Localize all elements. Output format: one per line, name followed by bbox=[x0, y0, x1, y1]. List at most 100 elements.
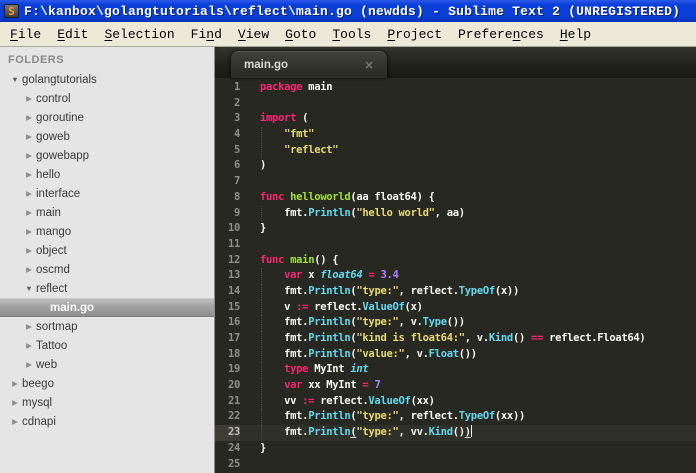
sidebar-item-label: main.go bbox=[50, 301, 95, 314]
code-line-7[interactable]: 7 bbox=[215, 174, 696, 190]
code-line-2[interactable]: 2 bbox=[215, 96, 696, 112]
folder-expand-icon[interactable]: ▶ bbox=[22, 322, 36, 331]
code-line-25[interactable]: 25 bbox=[215, 457, 696, 473]
sidebar-item-label: control bbox=[36, 92, 71, 105]
folder-expand-icon[interactable]: ▶ bbox=[22, 113, 36, 122]
line-number: 6 bbox=[233, 159, 240, 172]
folder-expand-icon[interactable]: ▶ bbox=[22, 265, 36, 274]
tab-close-icon[interactable]: × bbox=[364, 58, 374, 72]
code-line-15[interactable]: 15 v := reflect.ValueOf(x) bbox=[215, 299, 696, 316]
code-line-17[interactable]: 17 fmt.Println("kind is float64:", v.Kin… bbox=[215, 331, 696, 347]
code-text: vv := reflect.ValueOf(xx) bbox=[260, 393, 435, 410]
menu-edit[interactable]: Edit bbox=[49, 25, 96, 44]
code-line-11[interactable]: 11 bbox=[215, 237, 696, 253]
code-line-10[interactable]: 10} bbox=[215, 221, 696, 237]
sidebar-item-mysql[interactable]: ▶ mysql bbox=[0, 393, 214, 412]
sidebar-item-cdnapi[interactable]: ▶ cdnapi bbox=[0, 412, 214, 431]
indent-guide-line bbox=[261, 378, 262, 394]
code-line-16[interactable]: 16 fmt.Println("type:", v.Type()) bbox=[215, 315, 696, 331]
code-line-24[interactable]: 24} bbox=[215, 441, 696, 457]
code-text: fmt.Println("hello world", aa) bbox=[260, 205, 465, 222]
code-line-9[interactable]: 9 fmt.Println("hello world", aa) bbox=[215, 205, 696, 222]
folder-collapse-icon[interactable]: ▼ bbox=[8, 75, 22, 84]
sidebar-item-mango[interactable]: ▶ mango bbox=[0, 222, 214, 241]
code-line-12[interactable]: 12 func main() { bbox=[215, 253, 696, 269]
code-line-19[interactable]: 19 type MyInt int bbox=[215, 362, 696, 379]
line-number: 23 bbox=[215, 425, 240, 441]
folder-expand-icon[interactable]: ▶ bbox=[22, 94, 36, 103]
code-line-6[interactable]: 6) bbox=[215, 158, 696, 174]
code-area[interactable]: 1 package main 2 3 import (4 "fmt" 5 "reflect… bbox=[215, 78, 696, 473]
indent-guide-line bbox=[261, 315, 262, 331]
title-bar[interactable]: S F:\kanbox\golangtutorials\reflect\main… bbox=[0, 0, 696, 22]
code-text: func main() { bbox=[260, 253, 339, 266]
menu-tools[interactable]: Tools bbox=[324, 25, 379, 44]
folder-expand-icon[interactable]: ▶ bbox=[22, 170, 36, 179]
sidebar-item-interface[interactable]: ▶ interface bbox=[0, 184, 214, 203]
sidebar-item-oscmd[interactable]: ▶ oscmd bbox=[0, 260, 214, 279]
folder-expand-icon[interactable]: ▶ bbox=[8, 398, 22, 407]
menu-find[interactable]: Find bbox=[183, 25, 230, 44]
indent-guide-line bbox=[261, 409, 262, 426]
sidebar-item-object[interactable]: ▶ object bbox=[0, 241, 214, 260]
code-line-22[interactable]: 22 fmt.Println("type:", reflect.TypeOf(x… bbox=[215, 409, 696, 426]
code-text: package main bbox=[260, 81, 333, 93]
tab-main-go[interactable]: main.go × bbox=[231, 51, 387, 78]
sidebar-item-beego[interactable]: ▶ beego bbox=[0, 374, 214, 393]
folder-expand-icon[interactable]: ▶ bbox=[22, 189, 36, 198]
sidebar-item-goroutine[interactable]: ▶ goroutine bbox=[0, 108, 214, 127]
folder-expand-icon[interactable]: ▶ bbox=[22, 208, 36, 217]
code-line-1[interactable]: 1 package main bbox=[215, 80, 696, 96]
code-line-13[interactable]: 13 var x float64 = 3.4 bbox=[215, 268, 696, 284]
sublime-window: S F:\kanbox\golangtutorials\reflect\main… bbox=[0, 0, 696, 473]
sidebar-item-golangtutorials[interactable]: ▼ golangtutorials bbox=[0, 70, 214, 89]
line-number: 1 bbox=[233, 81, 240, 93]
sidebar-item-main[interactable]: ▶ main bbox=[0, 203, 214, 222]
sidebar-item-label: goroutine bbox=[36, 111, 84, 124]
sidebar-item-gowebapp[interactable]: ▶ gowebapp bbox=[0, 146, 214, 165]
menu-goto[interactable]: Goto bbox=[277, 25, 324, 44]
menu-bar: File Edit Selection Find View Goto Tools Projec… bbox=[0, 22, 696, 47]
sidebar-item-goweb[interactable]: ▶ goweb bbox=[0, 127, 214, 146]
folder-expand-icon[interactable]: ▶ bbox=[22, 132, 36, 141]
sidebar-item-label: sortmap bbox=[36, 320, 78, 333]
folder-expand-icon[interactable]: ▶ bbox=[8, 417, 22, 426]
folder-expand-icon[interactable]: ▶ bbox=[22, 227, 36, 236]
folder-expand-icon[interactable]: ▶ bbox=[22, 246, 36, 255]
code-line-18[interactable]: 18 fmt.Println("value:", v.Float()) bbox=[215, 346, 696, 363]
menu-file[interactable]: File bbox=[2, 25, 49, 44]
code-text: } bbox=[260, 441, 267, 454]
indent-guide-line bbox=[261, 331, 262, 347]
code-line-8[interactable]: 8 func helloworld(aa float64) { bbox=[215, 190, 696, 206]
folder-expand-icon[interactable]: ▶ bbox=[22, 360, 36, 369]
folder-expand-icon[interactable]: ▶ bbox=[22, 151, 36, 160]
sidebar-item-main-go[interactable]: main.go bbox=[0, 298, 214, 317]
code-line-23[interactable]: 23 fmt.Println("type:", vv.Kind()) bbox=[215, 425, 696, 441]
folder-collapse-icon[interactable]: ▼ bbox=[22, 284, 36, 293]
line-number: 25 bbox=[227, 457, 240, 470]
line-number: 8 bbox=[233, 190, 240, 203]
code-line-5[interactable]: 5 "reflect" bbox=[215, 142, 696, 159]
menu-project[interactable]: Project bbox=[379, 25, 450, 44]
sidebar-item-control[interactable]: ▶ control bbox=[0, 89, 214, 108]
code-line-3[interactable]: 3 import ( bbox=[215, 111, 696, 127]
code-line-21[interactable]: 21 vv := reflect.ValueOf(xx) bbox=[215, 393, 696, 410]
sidebar-item-sortmap[interactable]: ▶ sortmap bbox=[0, 317, 214, 336]
indent-guide-line bbox=[261, 142, 262, 159]
sidebar-item-hello[interactable]: ▶ hello bbox=[0, 165, 214, 184]
menu-selection[interactable]: Selection bbox=[96, 25, 182, 44]
sidebar-item-tattoo[interactable]: ▶ Tattoo bbox=[0, 336, 214, 355]
line-number: 9 bbox=[233, 206, 240, 219]
code-line-4[interactable]: 4 "fmt" bbox=[215, 127, 696, 143]
sidebar-item-web[interactable]: ▶ web bbox=[0, 355, 214, 374]
menu-view[interactable]: View bbox=[230, 25, 277, 44]
code-line-20[interactable]: 20 var xx MyInt = 7 bbox=[215, 378, 696, 394]
folder-expand-icon[interactable]: ▶ bbox=[22, 341, 36, 350]
menu-help[interactable]: Help bbox=[552, 25, 599, 44]
folder-expand-icon[interactable]: ▶ bbox=[8, 379, 22, 388]
code-text: fmt.Println("value:", v.Float()) bbox=[260, 346, 477, 363]
sidebar-item-reflect[interactable]: ▼ reflect bbox=[0, 279, 214, 298]
line-number: 24 bbox=[227, 441, 240, 454]
menu-preferences[interactable]: Preferences bbox=[450, 25, 552, 44]
code-line-14[interactable]: 14 fmt.Println("type:", reflect.TypeOf(x… bbox=[215, 283, 696, 300]
